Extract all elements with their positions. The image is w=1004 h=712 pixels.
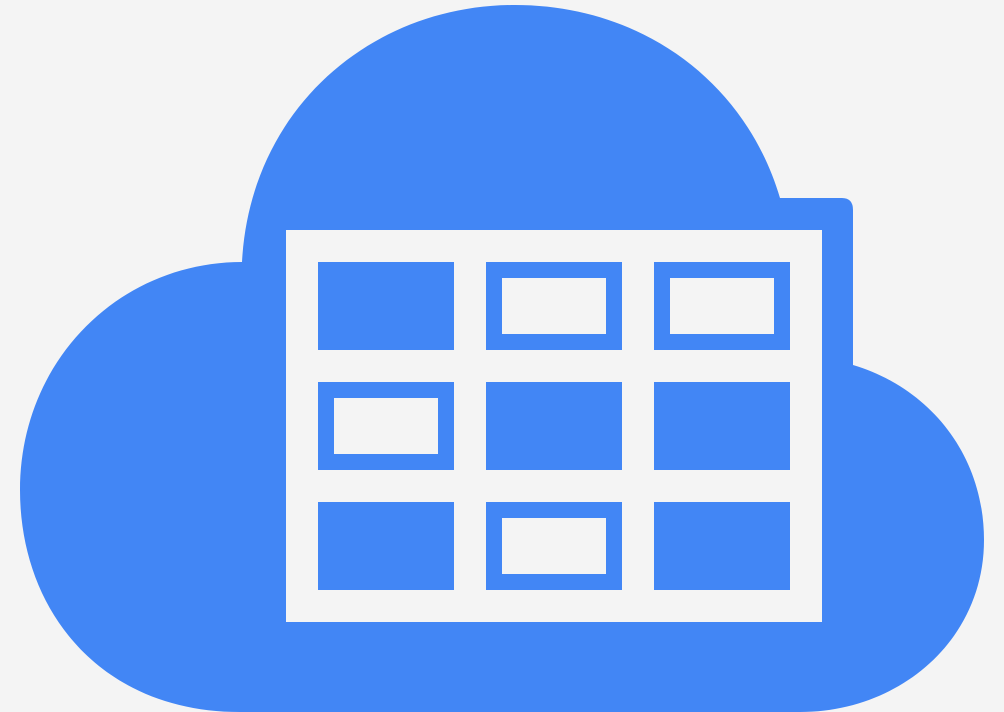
cloud-table-icon <box>0 0 1004 712</box>
table-cell-filled <box>318 262 454 350</box>
table-cell-inner <box>670 278 774 334</box>
table-cell-inner <box>502 278 606 334</box>
table-cell-filled <box>654 382 790 470</box>
table-cell-filled <box>654 502 790 590</box>
table-cell-filled <box>318 502 454 590</box>
cloud-table-icon-graphic <box>20 5 984 712</box>
table-cell-inner <box>334 398 438 454</box>
table-cell-filled <box>486 382 622 470</box>
table-cell-inner <box>502 518 606 574</box>
table-icon <box>286 230 822 622</box>
